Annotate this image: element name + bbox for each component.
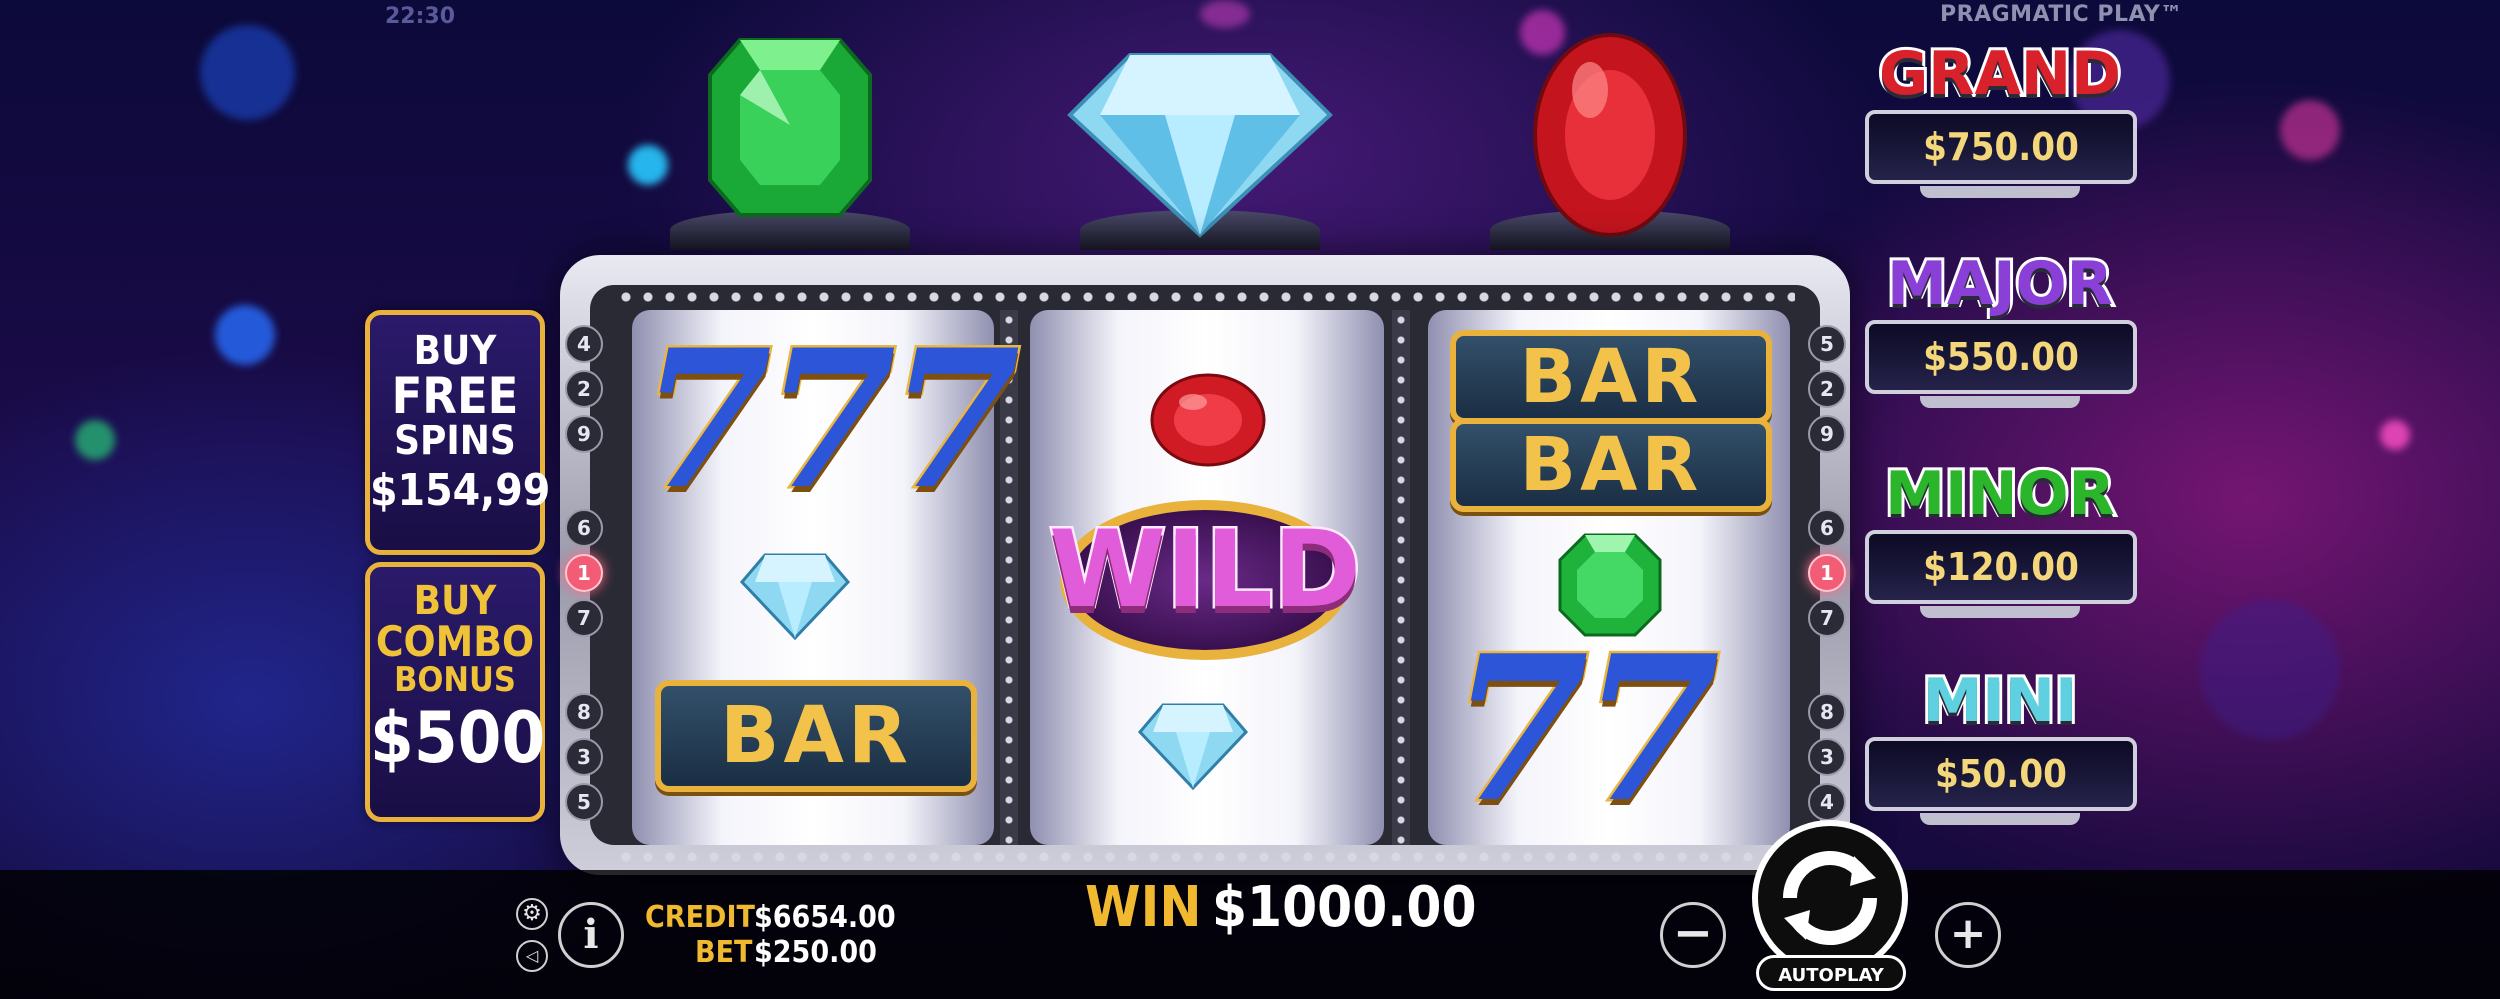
payline-number: 9	[1808, 415, 1846, 453]
wild-symbol-label: WILD	[1047, 506, 1364, 634]
credit-value: $6654.00	[754, 900, 896, 935]
bokeh-light	[200, 25, 295, 120]
payline-number: 1	[1808, 554, 1846, 592]
ruby-symbol-icon	[1150, 373, 1266, 467]
jackpot-major-amount: $550.00	[1865, 320, 2137, 394]
info-icon[interactable]: i	[558, 902, 624, 968]
jackpot-grand: GRAND $750.00	[1865, 36, 2137, 198]
bokeh-light	[215, 305, 275, 365]
payline-number: 8	[565, 693, 603, 731]
payline-number: 4	[565, 325, 603, 363]
reel-divider	[1392, 310, 1410, 845]
win-label: WIN	[1085, 875, 1202, 940]
provider-logo: PRAGMATIC PLAY™	[1940, 2, 2183, 27]
buy-free-spins-price: $154,99	[370, 465, 551, 516]
bokeh-light	[2200, 600, 2340, 740]
jackpot-major-title: MAJOR	[1884, 246, 2116, 322]
double-bar-symbol-bottom: BAR	[1450, 418, 1772, 512]
buy-free-spins-line3: SPINS	[394, 418, 516, 464]
payline-number: 5	[565, 783, 603, 821]
autoplay-button[interactable]: AUTOPLAY	[1756, 955, 1906, 991]
diamond-gem-icon	[1067, 53, 1333, 238]
payline-number: 7	[1808, 599, 1846, 637]
jackpot-grand-amount: $750.00	[1865, 110, 2137, 184]
frame-light-row-top	[615, 290, 1795, 304]
diamond-symbol-icon	[1138, 703, 1248, 790]
credit-label: CREDIT	[645, 900, 755, 935]
increase-bet-plus-icon[interactable]: +	[1935, 902, 2001, 968]
payline-numbers-right: 5 2 9 6 1 7 8 3 4	[1808, 318, 1848, 828]
buy-free-spins-button[interactable]: BUY FREE SPINS $154,99	[365, 310, 551, 555]
double-seven-symbol: 77	[1447, 612, 1722, 847]
emerald-gem-ornament	[640, 20, 940, 250]
buy-combo-bonus-line3: BONUS	[394, 660, 516, 700]
jackpot-ornament	[1920, 813, 2080, 825]
buy-combo-bonus-line1: BUY	[413, 578, 497, 624]
ruby-gem-ornament	[1460, 20, 1760, 250]
jackpot-minor-amount: $120.00	[1865, 530, 2137, 604]
jackpot-minor-title: MINOR	[1882, 456, 2117, 532]
buy-combo-bonus-button[interactable]: BUY COMBO BONUS $500	[365, 562, 545, 822]
payline-number: 6	[565, 509, 603, 547]
bet-value: $250.00	[754, 935, 877, 970]
payline-numbers-left: 4 2 9 6 1 7 8 3 5	[565, 318, 605, 828]
sound-speaker-icon[interactable]: ◁	[516, 940, 548, 972]
bokeh-light	[75, 420, 115, 460]
payline-number: 9	[565, 415, 603, 453]
bar-symbol: BAR	[655, 680, 977, 792]
jackpot-ornament	[1920, 396, 2080, 408]
triple-seven-symbol: 777	[638, 308, 1024, 531]
decrease-bet-minus-icon[interactable]: −	[1660, 902, 1726, 968]
payline-number: 2	[1808, 370, 1846, 408]
clock-readout: 22:30	[385, 4, 456, 29]
diamond-gem-ornament	[1050, 20, 1350, 250]
payline-number: 4	[1808, 783, 1846, 821]
double-bar-symbol-top: BAR	[1450, 330, 1772, 424]
settings-gear-icon[interactable]: ⚙	[516, 898, 548, 930]
jackpot-ornament	[1920, 186, 2080, 198]
jackpot-minor: MINOR $120.00	[1865, 456, 2137, 618]
ruby-gem-icon	[1533, 33, 1687, 237]
wild-symbol: WILD	[1040, 500, 1370, 660]
bokeh-light	[2380, 420, 2410, 450]
emerald-gem-icon	[708, 38, 872, 217]
payline-number: 2	[565, 370, 603, 408]
buy-free-spins-line2: FREE	[391, 367, 519, 425]
payline-number: 5	[1808, 325, 1846, 363]
jackpot-mini: MINI $50.00	[1865, 663, 2137, 825]
spin-arrows-icon	[1783, 851, 1877, 945]
buy-free-spins-line1: BUY	[413, 328, 497, 374]
payline-number: 3	[565, 738, 603, 776]
jackpot-major: MAJOR $550.00	[1865, 246, 2137, 408]
jackpot-mini-amount: $50.00	[1865, 737, 2137, 811]
win-value: $1000.00	[1212, 875, 1477, 940]
frame-light-row-bottom	[615, 850, 1795, 864]
buy-combo-bonus-line2: COMBO	[375, 617, 535, 666]
payline-number: 7	[565, 599, 603, 637]
jackpot-grand-title: GRAND	[1876, 36, 2124, 112]
jackpot-ornament	[1920, 606, 2080, 618]
bet-label: BET	[695, 935, 753, 970]
jackpot-mini-title: MINI	[1920, 663, 2081, 739]
payline-number: 8	[1808, 693, 1846, 731]
payline-number: 6	[1808, 509, 1846, 547]
payline-number: 1	[565, 554, 603, 592]
payline-number: 3	[1808, 738, 1846, 776]
spin-button[interactable]	[1752, 820, 1908, 976]
buy-combo-bonus-price: $500	[370, 697, 546, 779]
diamond-symbol-icon	[740, 553, 850, 640]
bokeh-light	[2280, 100, 2340, 160]
